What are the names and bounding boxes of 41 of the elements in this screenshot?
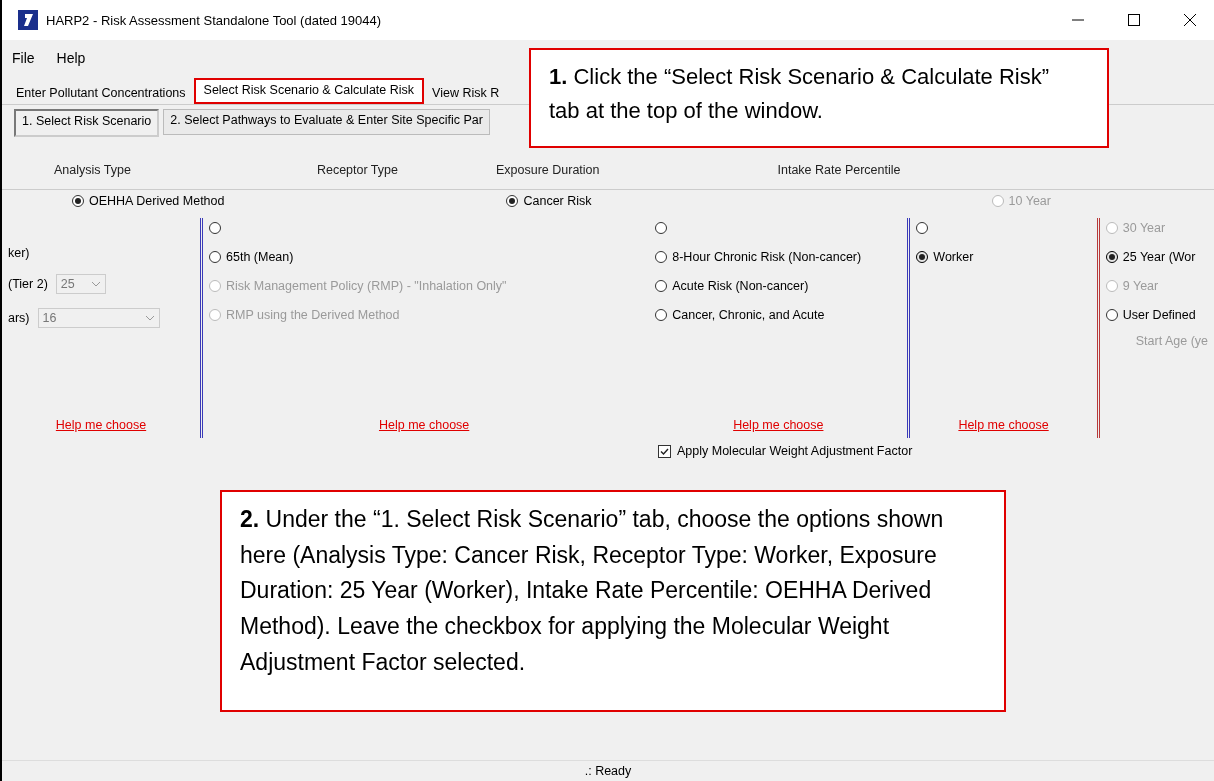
radio-option[interactable]: Cancer Risk: [506, 191, 592, 211]
menu-item[interactable]: File: [12, 50, 35, 66]
window-title: HARP2 - Risk Assessment Standalone Tool (dated 19044): [46, 12, 382, 28]
group-title: Intake Rate Percentile: [777, 163, 901, 177]
help-link[interactable]: Help me choose: [378, 418, 470, 432]
radio-option[interactable]: User Defined: [1105, 305, 1208, 325]
app-logo-icon: [18, 10, 38, 30]
help-link[interactable]: Help me choose: [733, 418, 824, 432]
caret-icon: [144, 315, 155, 321]
radio-option[interactable]: OEHHA Derived Method: [72, 191, 225, 211]
close-icon[interactable]: [1184, 14, 1196, 26]
help-link[interactable]: Help me choose: [958, 418, 1049, 432]
instruction-callout: 2. Under the “1. Select Risk Scenario” tab, choose the options shown here (Analysis Type: Cancer Risk, Receptor Type: Worker, Exposure Duration: 25 Year (Worker), Intake Rate Percentile: OEHHA Derived Method). Leave the checkbox for applying the Molecular Weight Adjustment Factor selected.: [220, 490, 1006, 712]
tab[interactable]: Enter Pollutant Concentrations: [8, 82, 194, 104]
menu-item[interactable]: Help: [56, 50, 86, 66]
group-title: Receptor Type: [316, 163, 398, 177]
tab[interactable]: 1. Select Risk Scenario: [14, 109, 160, 137]
field-label: Start Age (ye: [1135, 334, 1208, 348]
checkbox-icon: [658, 444, 671, 458]
field-label: ker): [8, 246, 31, 260]
radio-option[interactable]: Cancer, Chronic, and Acute: [655, 305, 902, 325]
radio-option[interactable]: 65th (Mean): [209, 247, 640, 267]
radio-option[interactable]: 8-Hour Chronic Risk (Non-cancer): [655, 247, 902, 267]
field-label: (Tier 2): [8, 277, 48, 291]
group-title: Analysis Type: [54, 163, 131, 177]
tab[interactable]: Select Risk Scenario & Calculate Risk: [193, 78, 425, 104]
checkbox[interactable]: Apply Molecular Weight Adjustment Factor: [658, 444, 913, 458]
field-label: ars): [8, 311, 30, 325]
dropdown[interactable]: 25: [55, 274, 106, 294]
instruction-callout: 1. Click the “Select Risk Scenario & Calculate Risk” tab at the top of the window.: [529, 48, 1109, 148]
tab[interactable]: 2. Select Pathways to Evaluate & Enter Site Specific Par: [163, 109, 490, 135]
dropdown[interactable]: 16: [37, 308, 160, 328]
help-link[interactable]: Help me choose: [55, 418, 147, 432]
tab[interactable]: View Risk R: [424, 82, 508, 104]
maximize-icon[interactable]: [1128, 14, 1140, 26]
caret-icon: [90, 281, 101, 287]
radio-option[interactable]: Worker: [916, 247, 1091, 267]
status-bar: .: Ready: [2, 760, 1214, 781]
radio-option[interactable]: Acute Risk (Non-cancer): [655, 276, 902, 296]
group-title: Exposure Duration: [496, 163, 600, 177]
radio-option[interactable]: 25 Year (Wor: [1105, 247, 1208, 267]
